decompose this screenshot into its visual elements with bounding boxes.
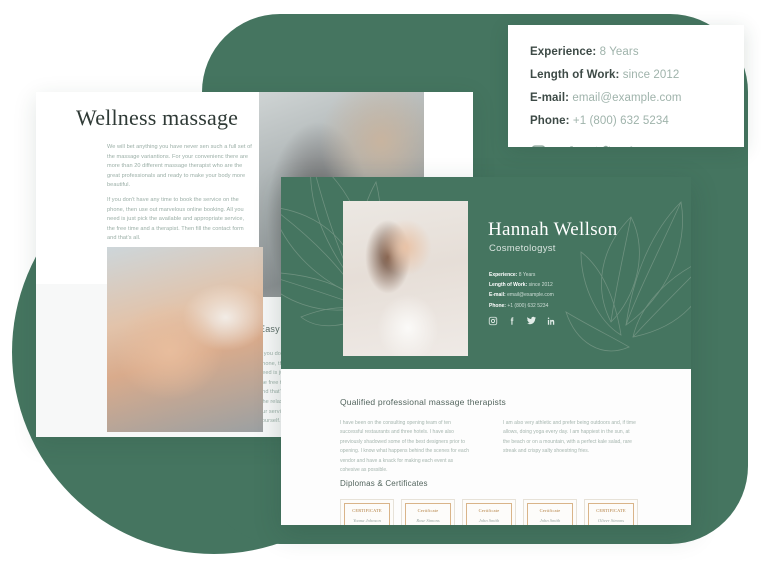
contact-social-links	[530, 143, 722, 147]
profile-hero: Hannah Wellson Cosmetologyst Experience:…	[281, 177, 691, 369]
contact-row-experience: Experience: 8 Years	[530, 41, 722, 64]
contact-details-card: Experience: 8 Years Length of Work: sinc…	[508, 25, 744, 147]
certificate-name: Rose Simons	[416, 518, 440, 523]
contact-value-phone[interactable]: +1 (800) 632 5234	[573, 115, 669, 127]
profile-meta-value-experience: 8 Years	[518, 272, 536, 278]
wellness-paragraph-1: We will bet anything you have never sen …	[107, 144, 252, 189]
certificate-name: Yoana Johnson	[353, 518, 381, 523]
facebook-icon[interactable]	[507, 316, 517, 326]
profile-meta-list: Experience: 8 Years Length of Work: sinc…	[489, 270, 554, 311]
linkedin-icon[interactable]	[546, 316, 556, 326]
instagram-icon[interactable]	[530, 144, 547, 147]
bio-column-right: I am also very athletic and prefer being…	[503, 420, 636, 455]
profile-body: Qualified professional massage therapist…	[281, 369, 691, 525]
profile-meta-label-length-of-work: Length of Work:	[489, 282, 528, 289]
contact-row-email: E-mail: email@example.com	[530, 87, 722, 110]
profile-meta-value-phone[interactable]: +1 (800) 632 5234	[507, 303, 548, 309]
certificate-title: CERTIFICATE	[352, 508, 382, 513]
linkedin-icon[interactable]	[627, 144, 644, 147]
profile-role: Cosmetologyst	[489, 243, 556, 254]
qualified-therapists-title: Qualified professional massage therapist…	[340, 397, 507, 407]
certificate-title: Certificate	[539, 508, 561, 513]
profile-name: Hannah Wellson	[488, 219, 618, 240]
profile-meta-label-experience: Experience:	[489, 272, 518, 278]
wellness-paragraph-2: If you don't have any time to book the s…	[107, 197, 245, 242]
contact-row-length-of-work: Length of Work: since 2012	[530, 64, 722, 87]
profile-card: Hannah Wellson Cosmetologyst Experience:…	[281, 177, 691, 525]
contact-row-phone: Phone: +1 (800) 632 5234	[530, 110, 722, 133]
contact-label-length-of-work: Length of Work:	[530, 69, 620, 81]
instagram-icon[interactable]	[488, 316, 498, 326]
twitter-icon[interactable]	[594, 143, 612, 147]
twitter-icon[interactable]	[526, 315, 537, 326]
screenshot-stage: Wellness massage We will bet anything yo…	[0, 0, 761, 562]
certificate-thumbnail[interactable]: CERTIFICATE Yoana Johnson	[340, 499, 394, 525]
contact-value-length-of-work: since 2012	[622, 69, 680, 81]
profile-meta-value-length-of-work: since 2012	[528, 282, 553, 289]
certificate-thumbnail[interactable]: CERTIFICATE Oliver Simons	[584, 499, 638, 525]
profile-social-links	[488, 315, 556, 326]
contact-value-experience: 8 Years	[599, 46, 639, 58]
bio-column-left: I have been on the consulting opening te…	[340, 420, 469, 474]
wellness-page-title: Wellness massage	[76, 105, 239, 130]
certificate-name: Oliver Simons	[597, 518, 625, 523]
profile-photo	[343, 201, 468, 356]
certificate-name: John Smith	[539, 518, 561, 523]
contact-label-email: E-mail:	[530, 92, 570, 104]
certificate-title: CERTIFICATE	[596, 508, 626, 513]
profile-meta-phone: Phone: +1 (800) 632 5234	[489, 301, 554, 311]
certificate-thumbnail[interactable]: Certificate John Smith	[462, 499, 516, 525]
certificate-title: Certificate	[478, 508, 500, 513]
certificate-thumbnail[interactable]: Certificate John Smith	[523, 499, 577, 525]
profile-meta-value-email[interactable]: email@example.com	[507, 292, 554, 298]
contact-value-email[interactable]: email@example.com	[572, 92, 681, 104]
profile-meta-experience: Experience: 8 Years	[489, 270, 554, 280]
certificate-title: Certificate	[417, 508, 439, 513]
profile-meta-length-of-work: Length of Work: since 2012	[489, 280, 554, 290]
profile-meta-email: E-mail: email@example.com	[489, 290, 554, 300]
certificates-row: CERTIFICATE Yoana Johnson Certificate Ro…	[340, 499, 638, 525]
profile-meta-label-email: E-mail:	[489, 292, 506, 299]
profile-meta-label-phone: Phone:	[489, 302, 506, 309]
wellness-massage-photo	[107, 247, 263, 432]
contact-label-experience: Experience:	[530, 46, 597, 58]
certificate-thumbnail[interactable]: Certificate Rose Simons	[401, 499, 455, 525]
diplomas-certificates-title: Diplomas & Certificates	[340, 479, 428, 488]
certificate-name: John Smith	[478, 518, 500, 523]
contact-label-phone: Phone:	[530, 115, 570, 127]
facebook-icon[interactable]	[562, 144, 579, 147]
